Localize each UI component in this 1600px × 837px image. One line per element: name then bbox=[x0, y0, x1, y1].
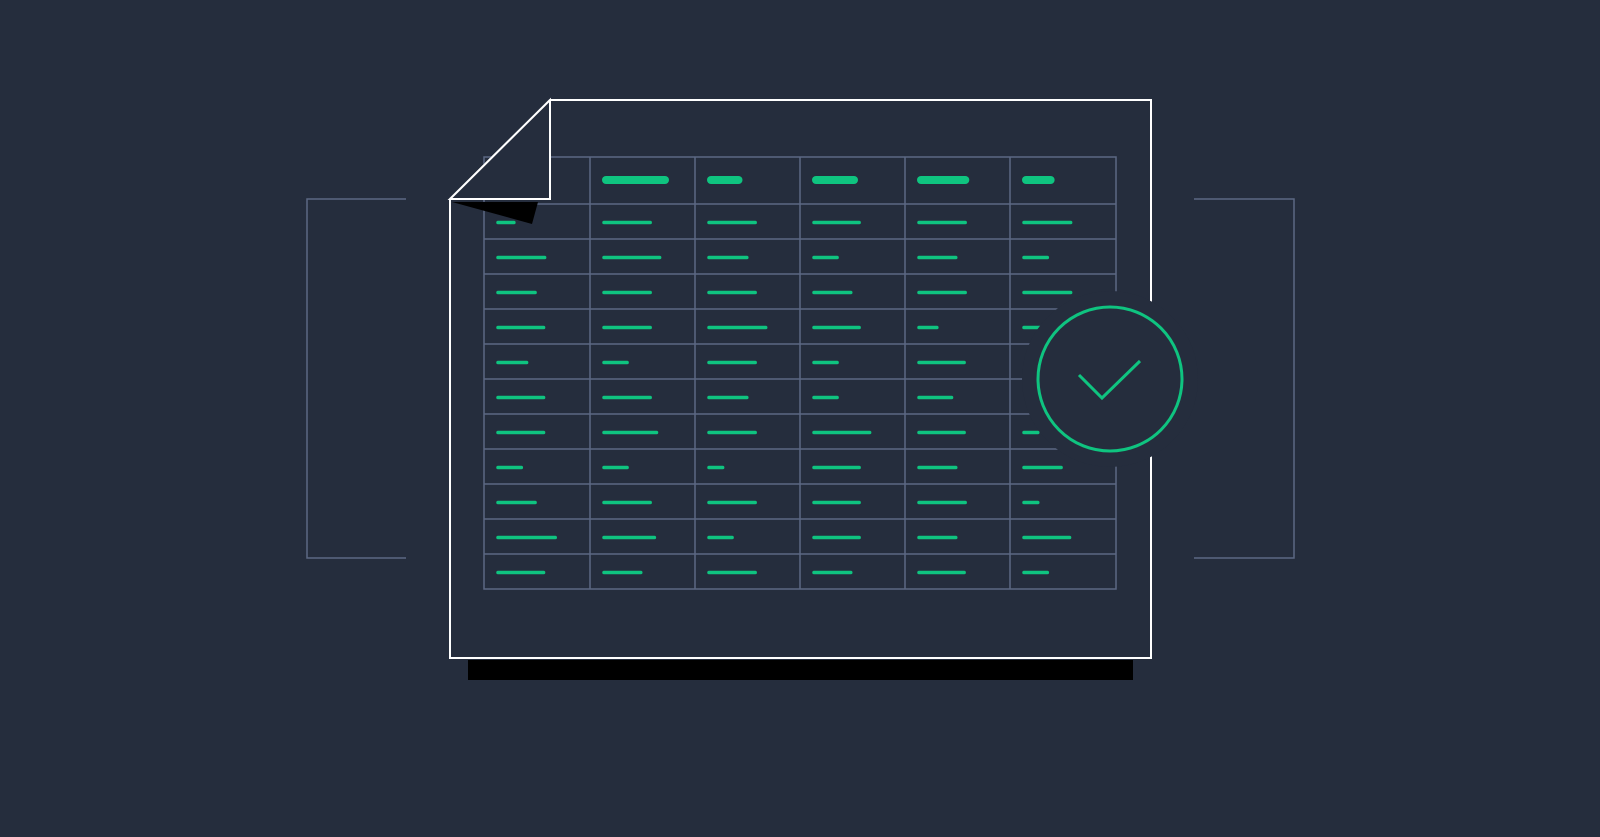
document-bottom-shadow bbox=[468, 660, 1133, 680]
document-shadow bbox=[468, 660, 1133, 680]
check-circle-icon bbox=[1022, 290, 1198, 467]
page-fold-flap bbox=[447, 97, 551, 200]
check-badge-backdrop bbox=[1022, 291, 1198, 467]
page-fold bbox=[447, 97, 551, 224]
illustration-canvas bbox=[0, 0, 1600, 837]
right-bracket-line bbox=[1194, 198, 1295, 559]
left-bracket-line bbox=[306, 198, 406, 559]
spreadsheet-document-icon bbox=[306, 97, 1295, 680]
right-bracket bbox=[1194, 198, 1295, 559]
left-bracket bbox=[306, 198, 406, 559]
